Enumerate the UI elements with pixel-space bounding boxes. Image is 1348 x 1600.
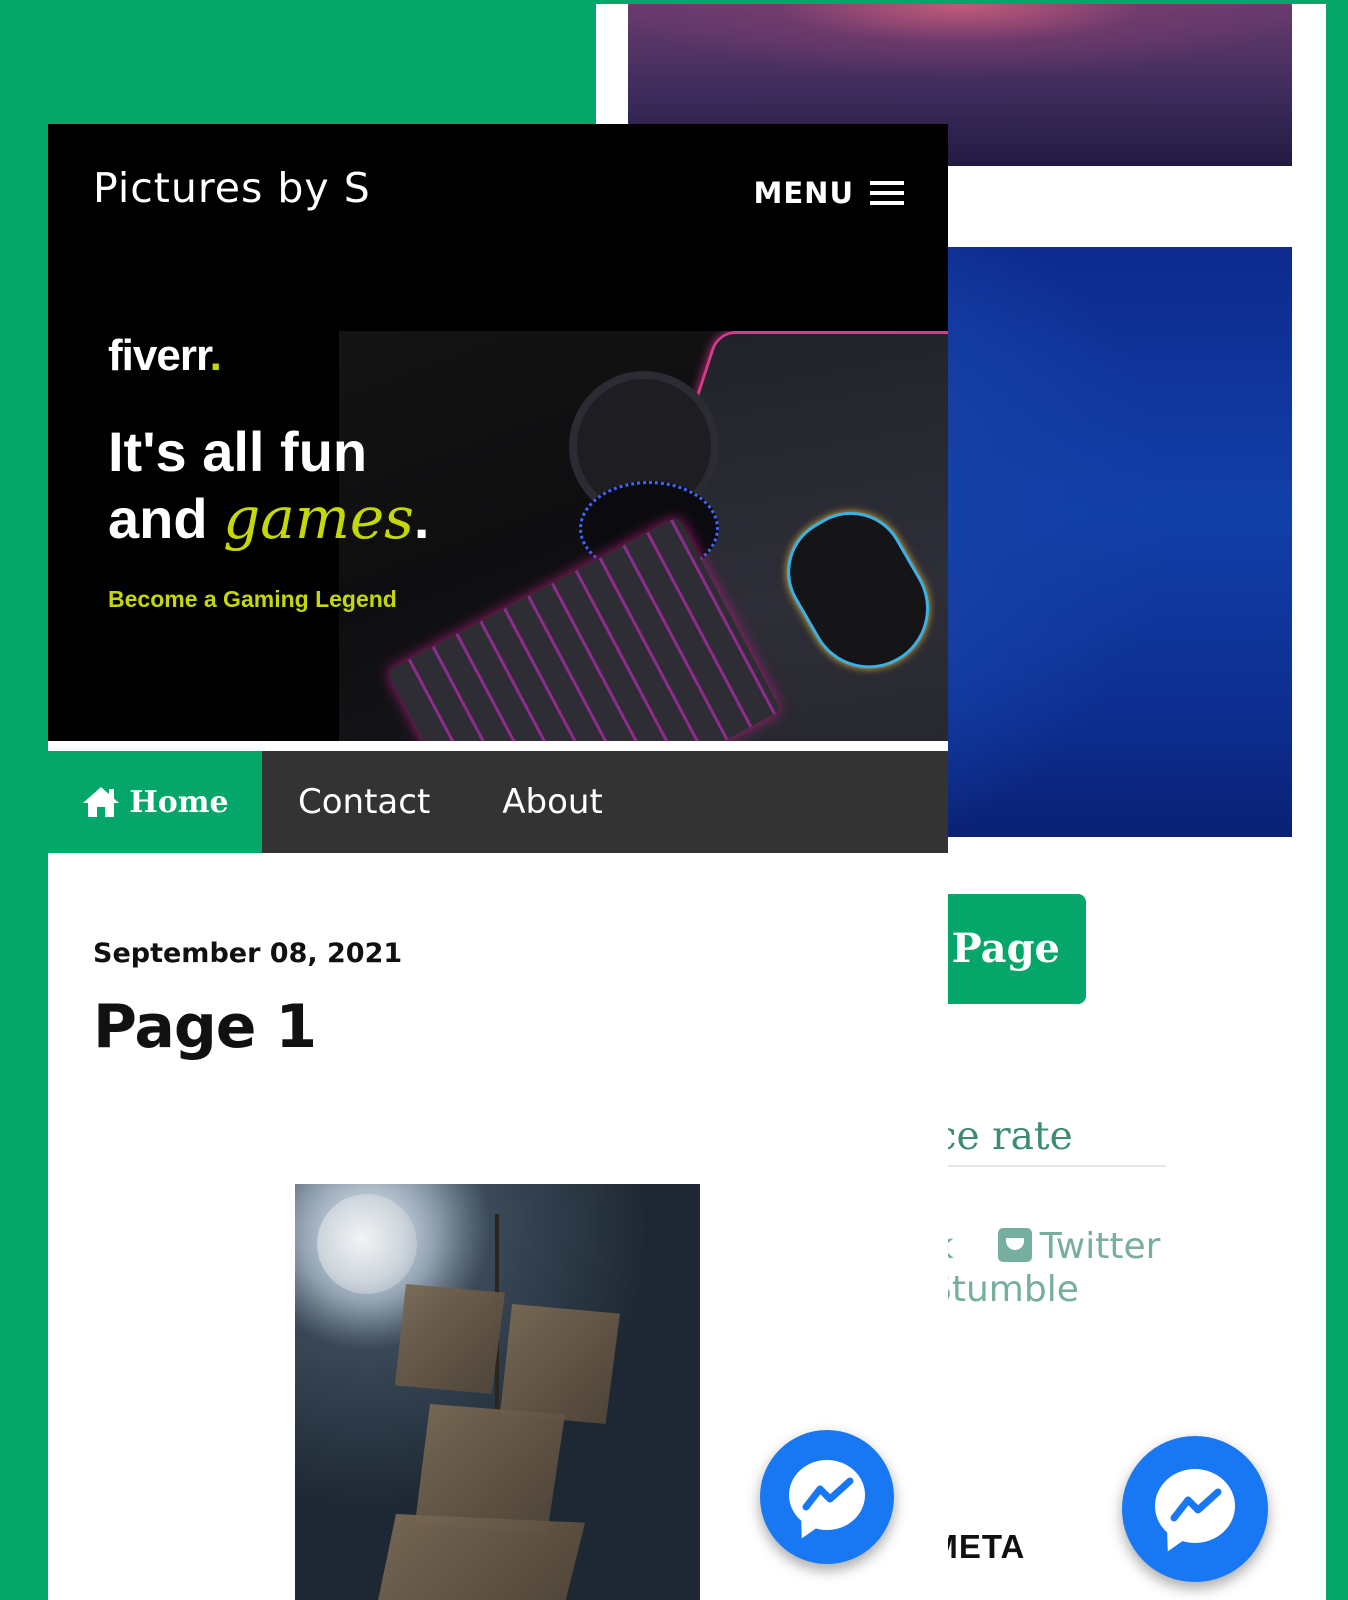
moon bbox=[317, 1194, 417, 1294]
site-title[interactable]: Pictures by S bbox=[93, 164, 371, 212]
ship-sail bbox=[415, 1404, 565, 1534]
post-title[interactable]: Page 1 bbox=[93, 992, 317, 1062]
nav-item-home[interactable]: Home bbox=[48, 751, 262, 853]
hero-subline: Become a Gaming Legend bbox=[108, 586, 397, 612]
messenger-chat-button[interactable] bbox=[760, 1430, 894, 1564]
foreground-browser-window: Pictures by S MENU fiverr. It's all fun … bbox=[48, 124, 948, 1600]
ship-sail bbox=[395, 1284, 505, 1394]
twitter-icon[interactable] bbox=[997, 1228, 1032, 1262]
post-date: September 08, 2021 bbox=[93, 938, 403, 969]
hero-headline-line1: It's all fun bbox=[108, 420, 368, 483]
nav-item-contact[interactable]: Contact bbox=[262, 751, 466, 853]
home-icon bbox=[83, 787, 120, 817]
ship-sail bbox=[375, 1514, 585, 1600]
hamburger-icon bbox=[870, 181, 904, 205]
nav-item-home-label: Home bbox=[129, 784, 229, 820]
ship-sail bbox=[500, 1304, 620, 1424]
nav-item-about[interactable]: About bbox=[466, 751, 639, 853]
hero-banner[interactable]: fiverr. It's all fun and games. Become a… bbox=[48, 331, 948, 741]
messenger-chat-button[interactable] bbox=[1122, 1436, 1268, 1582]
site-header: Pictures by S MENU fiverr. It's all fun … bbox=[48, 124, 948, 741]
hero-headline-accent: games bbox=[223, 484, 414, 552]
menu-label: MENU bbox=[753, 176, 854, 210]
messenger-bolt-icon bbox=[802, 1477, 854, 1511]
hero-headline-line2: and games. bbox=[108, 484, 430, 552]
messenger-bolt-icon bbox=[1170, 1488, 1222, 1522]
main-navigation: Home Contact About bbox=[48, 751, 948, 853]
share-twitter-label[interactable]: Twitter bbox=[1040, 1226, 1161, 1267]
hero-headline: It's all fun and games. bbox=[108, 419, 468, 552]
post-featured-image[interactable] bbox=[295, 1184, 700, 1600]
share-stumble-label[interactable]: Stumble bbox=[929, 1269, 1079, 1310]
fiverr-logo: fiverr. bbox=[108, 331, 222, 380]
menu-button[interactable]: MENU bbox=[753, 176, 904, 210]
